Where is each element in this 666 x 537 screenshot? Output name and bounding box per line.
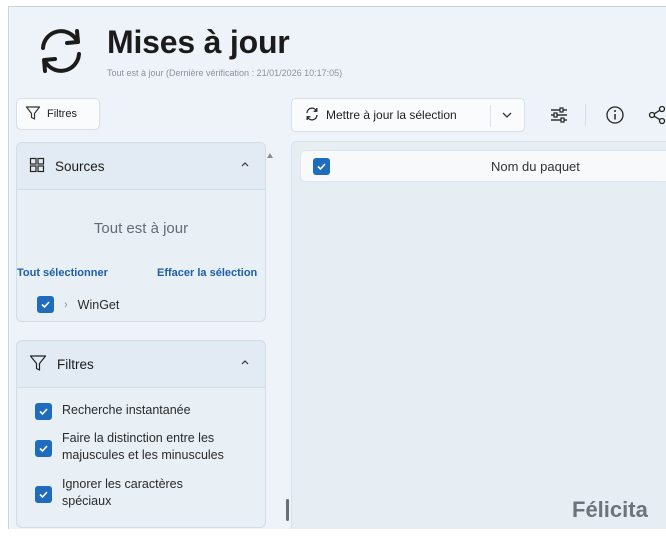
filters-panel: Filtres Recherche instantanée Faire la d [16,340,266,528]
divider [490,105,491,127]
filter-option-case-sensitive[interactable]: Faire la distinction entre les majuscule… [35,430,245,464]
info-icon[interactable] [603,103,627,127]
filter-option-label: Faire la distinction entre les majuscule… [62,431,224,462]
toolbar: Mettre à jour la sélection [291,98,666,132]
checkbox-checked[interactable] [35,403,52,420]
filters-toggle-button[interactable]: Filtres [16,98,100,130]
divider [585,104,586,126]
source-item-label: WinGet [77,297,120,312]
chevron-down-icon[interactable] [500,108,514,125]
select-all-checkbox[interactable] [313,158,330,175]
filters-title: Filtres [57,356,94,372]
column-header-package-name[interactable]: Nom du paquet [491,159,580,174]
sources-body: Tout est à jour Tout sélectionner Efface… [17,189,265,321]
chevron-right-icon[interactable]: › [64,299,68,311]
chevron-up-icon[interactable] [239,158,251,173]
checkbox-checked[interactable] [35,440,52,457]
funnel-icon [29,354,47,375]
select-all-link[interactable]: Tout sélectionner [17,267,108,279]
refresh-icon [33,23,89,79]
update-selection-button[interactable]: Mettre à jour la sélection [291,98,525,132]
filter-option-label: Ignorer les caractères spéciaux [62,477,183,508]
sidebar: Sources Tout est à jour Tout sélectionne… [16,142,272,529]
scrollbar-thumb[interactable] [286,499,289,521]
filter-option-ignore-special-chars[interactable]: Ignorer les caractères spéciaux [35,476,215,510]
update-selection-label: Mettre à jour la sélection [326,108,457,122]
scroll-up-arrow-icon[interactable] [266,147,274,165]
filter-option-label: Recherche instantanée [62,403,191,417]
last-check-status: Tout est à jour (Dernière vérification :… [107,68,343,78]
clear-selection-link[interactable]: Effacer la sélection [157,267,257,279]
sliders-icon[interactable] [547,103,571,127]
share-icon[interactable] [645,103,666,127]
app-window: Mises à jour Tout est à jour (Dernière v… [8,6,666,529]
sources-panel: Sources Tout est à jour Tout sélectionne… [16,142,266,322]
funnel-icon [25,105,41,124]
filters-body: Recherche instantanée Faire la distincti… [17,387,265,527]
empty-state-message: Félicita [572,497,648,522]
checkbox-checked[interactable] [37,296,54,313]
chevron-up-icon[interactable] [239,356,251,371]
filters-toggle-label: Filtres [47,108,77,120]
sources-title: Sources [55,158,105,174]
package-list: Nom du paquet Félicita [291,141,666,529]
refresh-icon [304,106,320,125]
sources-status: Tout est à jour [93,220,189,237]
package-list-header: Nom du paquet [300,150,666,182]
sources-icon [29,157,45,176]
source-item-winget[interactable]: › WinGet [37,296,119,313]
sources-header[interactable]: Sources [17,143,265,189]
filter-option-instant-search[interactable]: Recherche instantanée [35,402,191,420]
checkbox-checked[interactable] [35,486,52,503]
page-title: Mises à jour [107,24,290,60]
filters-header[interactable]: Filtres [17,341,265,387]
